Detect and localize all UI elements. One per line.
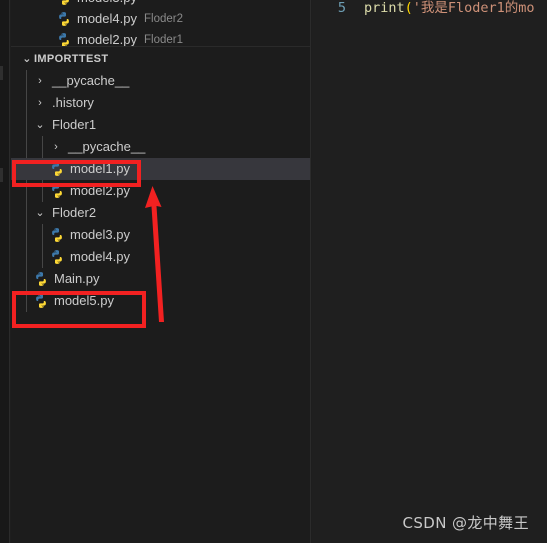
tree-item-label: model5.py [54, 293, 114, 308]
line-number: 5 [337, 0, 346, 16]
tree-item-label: __pycache__ [68, 139, 146, 154]
tree-item-model5-py[interactable]: model5.py [11, 290, 310, 312]
code-token-paren: ( [404, 0, 413, 16]
tree-item-model3-py[interactable]: model3.py [11, 224, 310, 246]
tree-item-label: __pycache__ [52, 73, 130, 88]
list-item[interactable]: model4.py Floder2 [11, 8, 310, 30]
tree-item-floder1[interactable]: ⌄ Floder1 [11, 114, 310, 136]
python-file-icon [33, 271, 49, 287]
explorer-section-title: IMPORTTEST [34, 53, 109, 65]
code-line-5: 5 print('我是Floder1的mo [312, 0, 535, 18]
code-token-string: '我是Floder1的mo [412, 0, 535, 16]
tree-item-pycache[interactable]: › __pycache__ [11, 70, 310, 92]
chevron-down-icon[interactable]: ⌄ [33, 114, 47, 136]
tree-item-floder2[interactable]: ⌄ Floder2 [11, 202, 310, 224]
python-file-icon [49, 183, 65, 199]
tree-item-label: Main.py [54, 271, 100, 286]
watermark: CSDN @龙中舞王 [402, 514, 529, 532]
activity-bar-indicator [0, 168, 3, 182]
tree-item-model2-py[interactable]: model2.py [11, 180, 310, 202]
chevron-right-icon[interactable]: › [49, 136, 63, 158]
tree-item-label: Floder1 [52, 117, 97, 132]
tree-item-label: Floder2 [52, 205, 97, 220]
chevron-down-icon[interactable]: ⌄ [33, 202, 47, 224]
explorer-sidebar: model3.py model4.py Floder2 [11, 0, 311, 543]
tree-item-model1-py[interactable]: model1.py [11, 158, 310, 180]
tree-item-label: model4.py [70, 249, 130, 264]
tree-item-label: model1.py [70, 161, 130, 176]
chevron-down-icon[interactable]: ⌄ [20, 48, 34, 70]
vscode-window: model3.py model4.py Floder2 [0, 0, 547, 543]
python-file-icon [56, 11, 72, 27]
code-token-function: print [364, 0, 405, 16]
open-editor-description: Floder2 [143, 13, 183, 25]
tree-item-label: .history [52, 95, 94, 110]
open-editor-label: model2.py [77, 32, 137, 47]
open-editors-list: model3.py model4.py Floder2 [11, 0, 310, 47]
tree-item-pycache-nested[interactable]: › __pycache__ [11, 136, 310, 158]
python-file-icon [49, 161, 65, 177]
tree-item-model4-py[interactable]: model4.py [11, 246, 310, 268]
tree-item-label: model2.py [70, 183, 130, 198]
chevron-right-icon[interactable]: › [33, 92, 47, 114]
activity-bar[interactable] [0, 0, 10, 543]
open-editor-label: model4.py [77, 11, 137, 26]
tree-item-main-py[interactable]: Main.py [11, 268, 310, 290]
chevron-right-icon[interactable]: › [33, 70, 47, 92]
python-file-icon [33, 293, 49, 309]
python-file-icon [56, 32, 72, 46]
tree-item-history[interactable]: › .history [11, 92, 310, 114]
python-file-icon [49, 227, 65, 243]
tree-item-label: model3.py [70, 227, 130, 242]
explorer-section-header[interactable]: ⌄ IMPORTTEST [11, 48, 310, 70]
file-tree: ⌄ IMPORTTEST › __pycache__ › .history ⌄ [11, 48, 310, 312]
open-editor-description: Floder1 [143, 34, 183, 46]
python-file-icon [49, 249, 65, 265]
list-item[interactable]: model2.py Floder1 [11, 29, 310, 47]
activity-bar-indicator [0, 66, 3, 80]
python-file-icon [56, 0, 72, 6]
code-editor[interactable]: 5 print('我是Floder1的mo [312, 0, 547, 543]
